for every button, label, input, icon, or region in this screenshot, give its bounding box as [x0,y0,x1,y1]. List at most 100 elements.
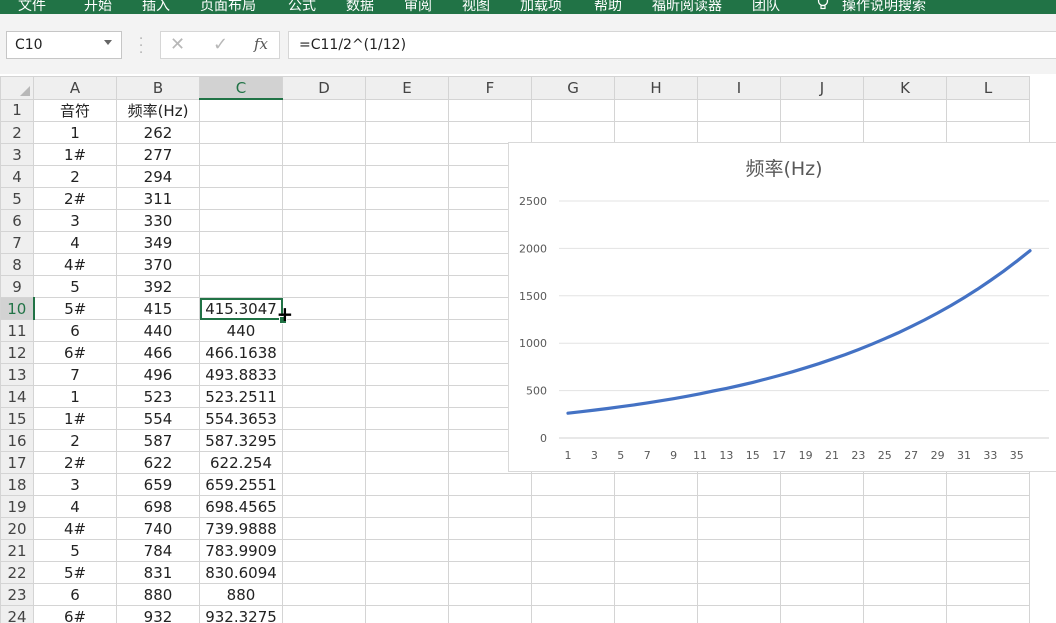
name-box[interactable]: C10 [6,31,122,59]
row-header[interactable]: 7 [0,231,34,254]
row-header[interactable]: 13 [0,363,34,386]
cell-c[interactable]: 493.8833 [199,363,283,386]
cell-empty[interactable] [282,495,366,518]
cell-a[interactable]: 5# [33,561,117,584]
formula-bar-resize-handle[interactable]: · · · [139,33,143,60]
cell-empty[interactable] [863,517,947,540]
cell-a[interactable]: 5 [33,539,117,562]
column-header-g[interactable]: G [531,76,615,100]
cell-empty[interactable] [282,143,366,166]
cell-empty[interactable] [946,561,1030,584]
cell-b[interactable]: 880 [116,583,200,606]
cell-empty[interactable] [365,429,449,452]
cell-empty[interactable] [531,561,615,584]
tab-addins[interactable]: 加载项 [520,0,562,14]
cell-b[interactable]: 698 [116,495,200,518]
column-header-l[interactable]: L [946,76,1030,100]
column-header-h[interactable]: H [614,76,698,100]
cell-empty[interactable] [282,363,366,386]
tab-home[interactable]: 开始 [84,0,112,14]
cell-b[interactable]: 831 [116,561,200,584]
tab-view[interactable]: 视图 [462,0,490,14]
cell-c[interactable]: 466.1638 [199,341,283,364]
row-header[interactable]: 3 [0,143,34,166]
cell-empty[interactable] [365,407,449,430]
cell-empty[interactable] [614,495,698,518]
cell-empty[interactable] [946,605,1030,623]
cell-empty[interactable] [531,605,615,623]
cell-empty[interactable] [614,121,698,144]
cell-empty[interactable] [697,495,781,518]
cell-empty[interactable] [614,583,698,606]
cell-empty[interactable] [282,473,366,496]
cell-empty[interactable] [365,363,449,386]
cell-a[interactable]: 6 [33,583,117,606]
cell-empty[interactable] [531,539,615,562]
cell-a[interactable]: 3 [33,209,117,232]
column-header-k[interactable]: K [863,76,947,100]
enter-icon[interactable]: ✓ [213,34,228,55]
cell-empty[interactable] [365,187,449,210]
cell-empty[interactable] [448,583,532,606]
cell-c[interactable] [199,165,283,188]
cell-empty[interactable] [365,517,449,540]
cell-empty[interactable] [282,253,366,276]
tab-data[interactable]: 数据 [346,0,374,14]
cell-a[interactable]: 4# [33,517,117,540]
cell-empty[interactable] [863,121,947,144]
cell-empty[interactable] [282,98,366,122]
cell-empty[interactable] [365,98,449,122]
cell-empty[interactable] [365,539,449,562]
cell-empty[interactable] [780,605,864,623]
cell-b[interactable]: 392 [116,275,200,298]
cell-empty[interactable] [863,473,947,496]
cell-a[interactable]: 4 [33,231,117,254]
cell-empty[interactable] [448,121,532,144]
cell-c[interactable] [199,187,283,210]
cell-empty[interactable] [282,407,366,430]
cell-empty[interactable] [614,605,698,623]
cell-empty[interactable] [780,583,864,606]
cell-empty[interactable] [365,583,449,606]
row-header[interactable]: 12 [0,341,34,364]
cell-empty[interactable] [946,495,1030,518]
cell-b[interactable]: 659 [116,473,200,496]
cell-empty[interactable] [365,275,449,298]
cell-a[interactable]: 4# [33,253,117,276]
cell-c[interactable]: 554.3653 [199,407,283,430]
cell-c[interactable]: 932.3275 [199,605,283,623]
cell-a[interactable]: 5# [33,297,117,320]
cell-empty[interactable] [282,385,366,408]
cell-empty[interactable] [697,605,781,623]
cell-empty[interactable] [448,473,532,496]
row-header[interactable]: 11 [0,319,34,342]
cell-b[interactable]: 262 [116,121,200,144]
cell-b[interactable]: 294 [116,165,200,188]
cell-empty[interactable] [697,98,781,122]
cell-empty[interactable] [282,165,366,188]
cell-c[interactable]: 783.9909 [199,539,283,562]
cell-empty[interactable] [448,539,532,562]
chart-title[interactable]: 频率(Hz) [745,158,822,180]
cell-empty[interactable] [780,561,864,584]
cell-empty[interactable] [448,605,532,623]
cell-empty[interactable] [863,583,947,606]
cell-c[interactable]: 587.3295 [199,429,283,452]
cell-empty[interactable] [697,473,781,496]
cell-empty[interactable] [780,495,864,518]
row-header[interactable]: 19 [0,495,34,518]
cell-empty[interactable] [282,231,366,254]
cell-empty[interactable] [946,473,1030,496]
cell-b[interactable]: 415 [116,297,200,320]
cell-empty[interactable] [365,253,449,276]
cell-empty[interactable] [531,495,615,518]
cell-empty[interactable] [282,297,366,320]
cell-b[interactable]: 554 [116,407,200,430]
cell-empty[interactable] [946,539,1030,562]
cell-empty[interactable] [448,495,532,518]
cell-empty[interactable] [946,517,1030,540]
row-header[interactable]: 21 [0,539,34,562]
cell-empty[interactable] [863,561,947,584]
cell-empty[interactable] [531,583,615,606]
cell-b[interactable]: 440 [116,319,200,342]
